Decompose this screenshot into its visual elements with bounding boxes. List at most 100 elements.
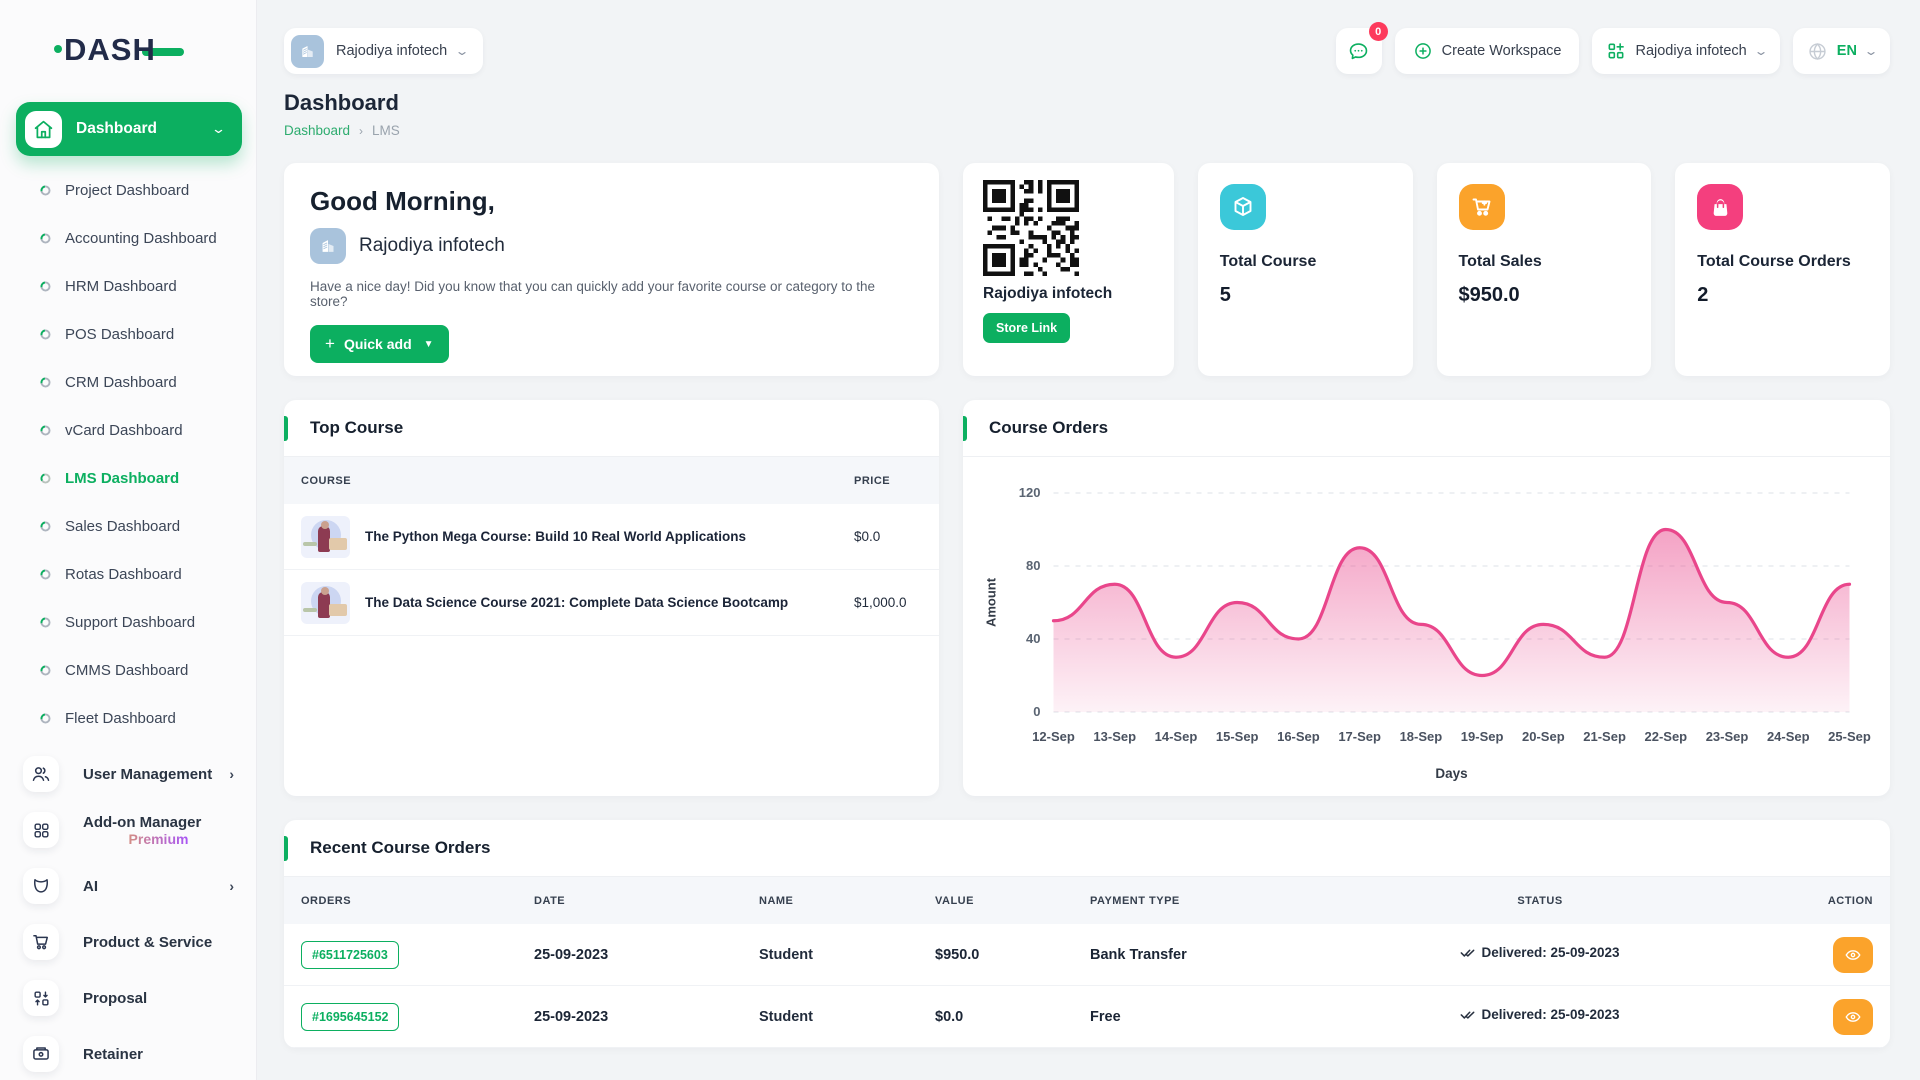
- messages-badge: 0: [1369, 22, 1388, 41]
- chevron-right-icon: ›: [229, 878, 234, 894]
- svg-text:80: 80: [1026, 558, 1040, 573]
- sidebar-item-fleet-dashboard[interactable]: Fleet Dashboard: [0, 694, 256, 742]
- svg-text:Days: Days: [1435, 766, 1467, 781]
- sidebar-item-accounting-dashboard[interactable]: Accounting Dashboard: [0, 214, 256, 262]
- cart-icon: [23, 924, 59, 960]
- messages-button[interactable]: 0: [1336, 28, 1382, 74]
- table-row[interactable]: The Data Science Course 2021: Complete D…: [284, 570, 939, 636]
- course-thumbnail: [301, 516, 350, 558]
- svg-text:12-Sep: 12-Sep: [1032, 729, 1075, 744]
- sidebar-active-label: Dashboard: [76, 120, 213, 138]
- course-orders-card: Course Orders 0408012012-Sep13-Sep14-Sep…: [963, 400, 1890, 796]
- circle-progress-icon: [40, 617, 51, 628]
- sidebar-item-crm-dashboard[interactable]: CRM Dashboard: [0, 358, 256, 406]
- store-link-button[interactable]: Store Link: [983, 313, 1070, 343]
- eye-icon: [1844, 1008, 1862, 1026]
- workspace-dropdown[interactable]: Rajodiya infotech ⌄: [1592, 28, 1779, 74]
- grid-plus-icon: [1606, 41, 1626, 61]
- top-course-header: COURSE PRICE: [284, 457, 939, 504]
- create-workspace-button[interactable]: Create Workspace: [1395, 28, 1580, 74]
- svg-text:19-Sep: 19-Sep: [1461, 729, 1504, 744]
- workspace-name: Rajodiya infotech: [359, 235, 505, 257]
- circle-progress-icon: [40, 377, 51, 388]
- svg-text:22-Sep: 22-Sep: [1644, 729, 1687, 744]
- language-selector[interactable]: EN ⌄: [1793, 28, 1890, 74]
- sidebar-item-support-dashboard[interactable]: Support Dashboard: [0, 598, 256, 646]
- chevron-down-icon: ⌄: [1863, 44, 1878, 58]
- course-orders-area-chart: 0408012012-Sep13-Sep14-Sep15-Sep16-Sep17…: [963, 457, 1890, 796]
- sidebar-item-user-management[interactable]: User Management ›: [0, 746, 256, 802]
- sidebar-item-retainer[interactable]: Retainer: [0, 1026, 256, 1080]
- sidebar-item-product-service[interactable]: Product & Service: [0, 914, 256, 970]
- app-logo[interactable]: DASH: [64, 32, 256, 68]
- retainer-icon: [23, 1036, 59, 1072]
- course-thumbnail: [301, 582, 350, 624]
- svg-text:25-Sep: 25-Sep: [1828, 729, 1871, 744]
- double-check-icon: [1460, 946, 1475, 959]
- quick-add-button[interactable]: + Quick add ▼: [310, 325, 449, 363]
- svg-text:15-Sep: 15-Sep: [1216, 729, 1259, 744]
- breadcrumb-lms: LMS: [372, 123, 400, 138]
- table-row: #1695645152 25-09-2023 Student $0.0 Free…: [284, 986, 1890, 1048]
- workspace-selector[interactable]: Rajodiya infotech ⌄: [284, 28, 483, 74]
- svg-text:0: 0: [1033, 704, 1040, 719]
- caret-down-icon: ▼: [424, 339, 434, 350]
- svg-text:120: 120: [1019, 485, 1041, 500]
- breadcrumb-dashboard[interactable]: Dashboard: [284, 123, 350, 138]
- table-row[interactable]: The Python Mega Course: Build 10 Real Wo…: [284, 504, 939, 570]
- sidebar-item-vcard-dashboard[interactable]: vCard Dashboard: [0, 406, 256, 454]
- view-order-button[interactable]: [1833, 937, 1873, 973]
- topbar-actions: 0 Create Workspace Rajodiya infotech ⌄ E…: [1336, 28, 1890, 74]
- top-course-title: Top Course: [310, 418, 403, 438]
- order-id-badge[interactable]: #6511725603: [301, 941, 399, 969]
- stat-card-total-course-orders: Total Course Orders 2: [1675, 163, 1890, 376]
- sidebar-item-cmms-dashboard[interactable]: CMMS Dashboard: [0, 646, 256, 694]
- circle-progress-icon: [40, 665, 51, 676]
- sidebar-dashboard-list: Project Dashboard Accounting Dashboard H…: [0, 166, 256, 742]
- course-orders-title: Course Orders: [989, 418, 1108, 438]
- home-icon: [25, 111, 62, 148]
- chevron-down-icon: ⌄: [1753, 44, 1768, 58]
- plus-icon: +: [325, 334, 335, 354]
- circle-progress-icon: [40, 569, 51, 580]
- top-course-card: Top Course COURSE PRICE The Python Mega …: [284, 400, 939, 796]
- page-title: Dashboard: [284, 90, 1890, 116]
- sidebar-item-rotas-dashboard[interactable]: Rotas Dashboard: [0, 550, 256, 598]
- sidebar-item-pos-dashboard[interactable]: POS Dashboard: [0, 310, 256, 358]
- sidebar-item-project-dashboard[interactable]: Project Dashboard: [0, 166, 256, 214]
- svg-text:24-Sep: 24-Sep: [1767, 729, 1810, 744]
- circle-progress-icon: [40, 281, 51, 292]
- chevron-down-icon: ⌄: [455, 44, 470, 58]
- double-check-icon: [1460, 1008, 1475, 1021]
- stat-card-total-course: Total Course 5: [1198, 163, 1413, 376]
- store-qr-card: Rajodiya infotech Store Link: [963, 163, 1174, 376]
- topbar: Rajodiya infotech ⌄ 0 Create Workspace R…: [284, 28, 1890, 74]
- qr-code: [983, 180, 1079, 276]
- sidebar-item-sales-dashboard[interactable]: Sales Dashboard: [0, 502, 256, 550]
- sidebar-item-lms-dashboard[interactable]: LMS Dashboard: [0, 454, 256, 502]
- chevron-down-icon: ⌄: [211, 121, 226, 137]
- logo-text: DASH: [64, 32, 156, 68]
- greeting-title: Good Morning,: [310, 186, 913, 217]
- recent-orders-header: ORDERS DATE NAME VALUE PAYMENT TYPE STAT…: [284, 877, 1890, 924]
- view-order-button[interactable]: [1833, 999, 1873, 1035]
- main-content: Rajodiya infotech ⌄ 0 Create Workspace R…: [256, 0, 1920, 1080]
- sidebar-item-proposal[interactable]: Proposal: [0, 970, 256, 1026]
- greeting-card: Good Morning, Rajodiya infotech Have a n…: [284, 163, 939, 376]
- sidebar-item-ai[interactable]: AI ›: [0, 858, 256, 914]
- ai-icon: [23, 868, 59, 904]
- order-id-badge[interactable]: #1695645152: [301, 1003, 399, 1031]
- svg-text:40: 40: [1026, 631, 1040, 646]
- circle-progress-icon: [40, 521, 51, 532]
- users-icon: [23, 756, 59, 792]
- sidebar-menu: User Management › Add-on ManagerPremium …: [0, 746, 256, 1080]
- stat-card-total-sales: Total Sales $950.0: [1437, 163, 1652, 376]
- sidebar-item-hrm-dashboard[interactable]: HRM Dashboard: [0, 262, 256, 310]
- cart-plus-icon: [1459, 184, 1505, 230]
- building-icon: [310, 228, 346, 264]
- sidebar-item-addon-manager[interactable]: Add-on ManagerPremium: [0, 802, 256, 858]
- circle-progress-icon: [40, 233, 51, 244]
- sidebar-item-dashboard[interactable]: Dashboard ⌄: [16, 102, 242, 156]
- svg-text:13-Sep: 13-Sep: [1093, 729, 1136, 744]
- breadcrumb-separator-icon: ›: [359, 124, 363, 138]
